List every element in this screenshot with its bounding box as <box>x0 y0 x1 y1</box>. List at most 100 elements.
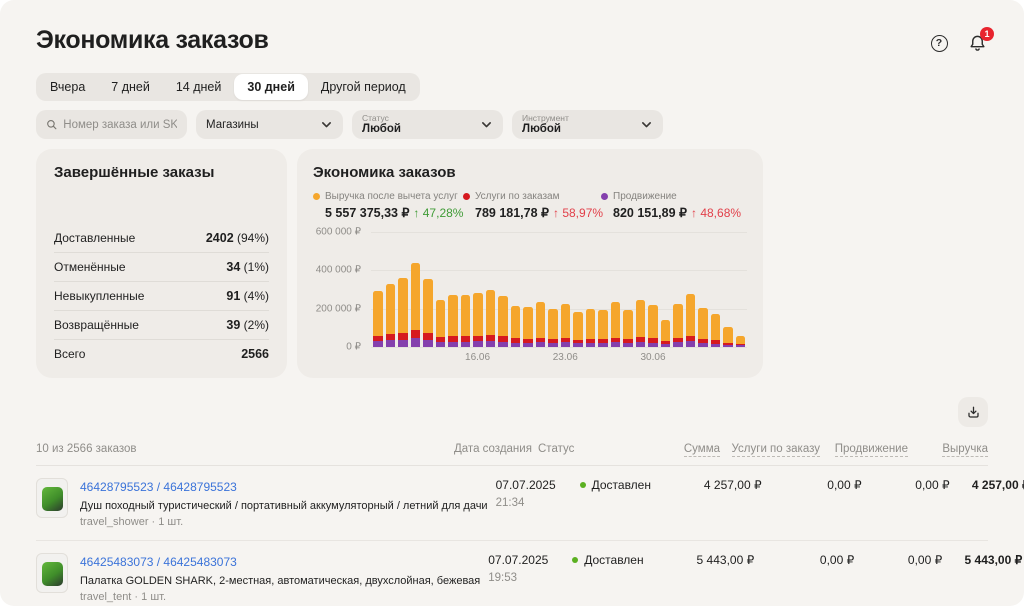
revenue-trend: ↑ 47,28% <box>413 206 463 220</box>
search-input[interactable] <box>63 119 177 131</box>
product-sku: travel_shower · 1 шт. <box>80 516 488 528</box>
promotion-trend: ↑ 48,68% <box>691 206 741 220</box>
economics-card: Экономика заказов Выручка после вычета у… <box>297 149 763 378</box>
order-link[interactable]: 46428795523 / 46428795523 <box>80 480 237 494</box>
orders-count-summary: 10 из 2566 заказов <box>36 443 454 455</box>
filters-bar: Магазины Статус Любой Инструмент Любой <box>36 110 988 139</box>
x-tick-label: 30.06 <box>640 352 665 363</box>
tab-30-days[interactable]: 30 дней <box>234 74 308 100</box>
chart-bar[interactable] <box>611 232 621 347</box>
order-services: 0,00 ₽ <box>754 553 854 567</box>
chart-bar[interactable] <box>736 232 746 347</box>
tab-14-days[interactable]: 14 дней <box>163 74 235 100</box>
tab-yesterday[interactable]: Вчера <box>37 74 98 100</box>
order-services: 0,00 ₽ <box>762 478 862 492</box>
chart-bar[interactable] <box>723 232 733 347</box>
notifications-button[interactable]: 1 <box>966 32 988 54</box>
product-thumbnail <box>36 553 68 593</box>
chevron-down-icon <box>480 118 493 131</box>
chart-bar[interactable] <box>386 232 396 347</box>
chart-bar[interactable] <box>473 232 483 347</box>
chart-bar[interactable] <box>548 232 558 347</box>
chart-bar[interactable] <box>586 232 596 347</box>
x-tick-label: 16.06 <box>465 352 490 363</box>
status-dot-icon <box>572 557 578 563</box>
services-dot-icon <box>463 193 470 200</box>
product-title: Палатка GOLDEN SHARK, 2-местная, автомат… <box>80 575 480 587</box>
page-header: Экономика заказов ? 1 <box>36 26 988 55</box>
chart-bar[interactable] <box>598 232 608 347</box>
status-select[interactable]: Статус Любой <box>352 110 503 139</box>
page-title: Экономика заказов <box>36 26 269 55</box>
chart-bar[interactable] <box>436 232 446 347</box>
col-revenue[interactable]: Выручка <box>942 443 988 457</box>
chart-bar[interactable] <box>498 232 508 347</box>
chart-bar[interactable] <box>461 232 471 347</box>
product-thumbnail <box>36 478 68 518</box>
chart-bar[interactable] <box>373 232 383 347</box>
legend-item-revenue: Выручка после вычета услуг 5 557 375,33 … <box>313 191 453 220</box>
download-report-button[interactable] <box>958 397 988 427</box>
chart-bar[interactable] <box>623 232 633 347</box>
chart-legend: Выручка после вычета услуг 5 557 375,33 … <box>313 191 747 220</box>
chart-bar[interactable] <box>673 232 683 347</box>
table-row: 46428795523 / 46428795523 Душ походный т… <box>36 466 988 541</box>
x-tick-label: 23.06 <box>553 352 578 363</box>
shops-select[interactable]: Магазины <box>196 110 343 139</box>
order-sum: 4 257,00 ₽ <box>676 478 762 492</box>
col-sum[interactable]: Сумма <box>684 443 720 457</box>
legend-item-services: Услуги по заказам 789 181,78 ₽↑ 58,97% <box>463 191 591 220</box>
chart-bar[interactable] <box>698 232 708 347</box>
tab-custom-period[interactable]: Другой период <box>308 74 419 100</box>
search-icon <box>46 118 57 131</box>
chart-bar[interactable] <box>398 232 408 347</box>
tab-7-days[interactable]: 7 дней <box>98 74 163 100</box>
orders-table: 10 из 2566 заказов Дата создания Статус … <box>36 437 988 606</box>
services-trend: ↑ 58,97% <box>553 206 603 220</box>
stat-cancelled: Отменённые 34 (1%) <box>54 252 269 281</box>
help-button[interactable]: ? <box>928 32 950 54</box>
stat-unredeemed: Невыкупленные 91 (4%) <box>54 281 269 310</box>
chart-bar[interactable] <box>486 232 496 347</box>
order-date: 07.07.2025 21:34 <box>496 478 580 509</box>
chart-bar[interactable] <box>511 232 521 347</box>
order-status: Доставлен <box>580 478 676 492</box>
chart-bar[interactable] <box>573 232 583 347</box>
product-title: Душ походный туристический / портативный… <box>80 500 488 512</box>
stat-delivered: Доставленные 2402 (94%) <box>54 224 269 252</box>
help-icon: ? <box>931 35 948 52</box>
notification-badge: 1 <box>980 27 994 41</box>
stat-returned: Возвращённые 39 (2%) <box>54 310 269 339</box>
chart-bar[interactable] <box>648 232 658 347</box>
order-date: 07.07.2025 19:53 <box>488 553 572 584</box>
chart-bar[interactable] <box>448 232 458 347</box>
chart-bar[interactable] <box>536 232 546 347</box>
completed-orders-title: Завершённые заказы <box>54 164 269 181</box>
product-sku: travel_tent · 1 шт. <box>80 591 480 603</box>
order-promotion: 0,00 ₽ <box>862 478 950 492</box>
col-order-services[interactable]: Услуги по заказу <box>732 443 821 457</box>
chevron-down-icon <box>640 118 653 131</box>
legend-item-promotion: Продвижение 820 151,89 ₽↑ 48,68% <box>601 191 741 220</box>
chart-bar[interactable] <box>411 232 421 347</box>
completed-orders-stats: Доставленные 2402 (94%) Отменённые 34 (1… <box>54 224 269 368</box>
col-status: Статус <box>538 443 634 455</box>
col-promotion[interactable]: Продвижение <box>835 443 908 457</box>
chart-bar[interactable] <box>711 232 721 347</box>
chart-bar[interactable] <box>523 232 533 347</box>
order-link[interactable]: 46425483073 / 46425483073 <box>80 555 237 569</box>
order-status: Доставлен <box>572 553 668 567</box>
tool-select[interactable]: Инструмент Любой <box>512 110 663 139</box>
order-promotion: 0,00 ₽ <box>854 553 942 567</box>
chevron-down-icon <box>320 118 333 131</box>
chart-bar[interactable] <box>686 232 696 347</box>
stat-total: Всего 2566 <box>54 339 269 368</box>
chart-x-axis: 16.06 23.06 30.06 <box>371 347 747 365</box>
chart-bar[interactable] <box>661 232 671 347</box>
chart-bar[interactable] <box>423 232 433 347</box>
chart-bar[interactable] <box>636 232 646 347</box>
promotion-dot-icon <box>601 193 608 200</box>
table-header: 10 из 2566 заказов Дата создания Статус … <box>36 437 988 466</box>
table-row: 46425483073 / 46425483073 Палатка GOLDEN… <box>36 541 988 606</box>
chart-bar[interactable] <box>561 232 571 347</box>
